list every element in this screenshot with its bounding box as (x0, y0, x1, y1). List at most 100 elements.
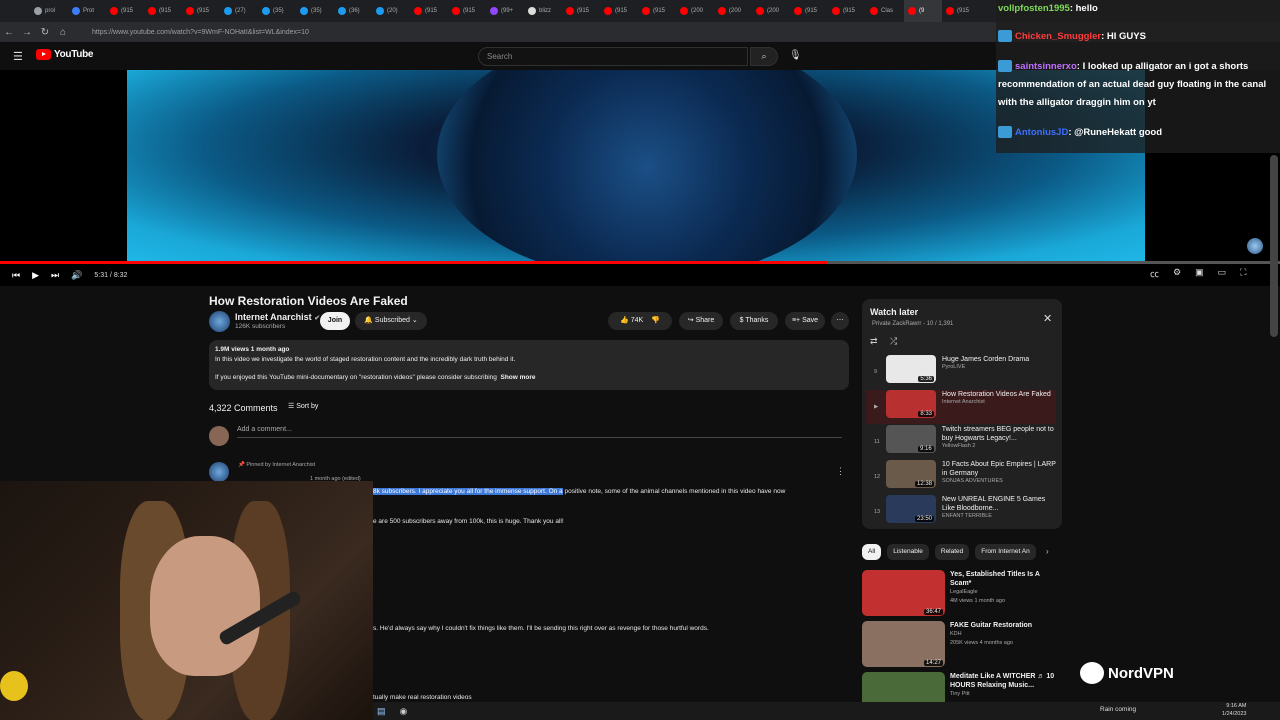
browser-tab[interactable]: (915 (448, 0, 486, 22)
show-more-button[interactable]: Show more (501, 374, 536, 381)
chat-username[interactable]: Chicken_Smuggler (1015, 31, 1101, 42)
home-icon[interactable]: ⌂ (54, 27, 72, 38)
clock-time: 9:16 AM (1226, 703, 1247, 709)
browser-tab[interactable]: (27) (220, 0, 258, 22)
recommendation-item[interactable]: 36:47 Yes, Established Titles Is A Scam* L… (862, 570, 1062, 616)
browser-tab[interactable]: (200 (752, 0, 790, 22)
fullscreen-icon[interactable]: ⛶ (1240, 267, 1246, 280)
browser-tab[interactable]: (20) (372, 0, 410, 22)
filter-chip[interactable]: From Internet An (975, 544, 1036, 560)
playlist-thumbnail[interactable]: 8:33 (886, 390, 936, 418)
comment-author-avatar[interactable] (209, 462, 229, 482)
loop-icon[interactable]: ⇄ (870, 336, 878, 347)
thumbs-up-icon[interactable]: 👍 (620, 317, 629, 324)
filter-chip[interactable]: All (862, 544, 882, 560)
join-button[interactable]: Join (320, 312, 350, 330)
browser-tab[interactable]: Clas (866, 0, 904, 22)
channel-name[interactable]: Internet Anarchist ✔ (235, 312, 320, 322)
reload-icon[interactable]: ↻ (36, 27, 54, 38)
channel-avatar[interactable] (209, 311, 230, 332)
playlist-thumbnail[interactable]: 23:50 (886, 495, 936, 523)
browser-tab[interactable]: (915 (600, 0, 638, 22)
watch-later-item[interactable]: 12 12:38 10 Facts About Epic Empires | LAR… (866, 460, 1056, 494)
subscribed-button[interactable]: 🔔 Subscribed ⌄ (355, 312, 427, 330)
theater-icon[interactable]: ▭ (1218, 267, 1227, 280)
recommendation-thumbnail[interactable]: 14:27 (862, 621, 945, 667)
browser-tab[interactable]: (915 (638, 0, 676, 22)
like-dislike-button[interactable]: 👍 74K 👎 (608, 312, 672, 330)
search-input[interactable]: Search (478, 47, 748, 66)
share-button[interactable]: ↪ Share (679, 312, 723, 330)
page-scrollbar[interactable] (1270, 155, 1278, 337)
system-clock[interactable]: 9:16 AM 1/24/2023 (1222, 702, 1246, 718)
browser-tab[interactable]: (915 (144, 0, 182, 22)
description-box[interactable]: 1.9M views 1 month ago In this video we … (209, 340, 849, 390)
taskbar-obs-icon[interactable]: ◉ (400, 706, 408, 717)
search-icon[interactable]: ⌕ (750, 47, 778, 66)
browser-tab[interactable]: Prot (68, 0, 106, 22)
browser-tab[interactable]: (915 (562, 0, 600, 22)
miniplayer-icon[interactable]: ▣ (1195, 267, 1204, 280)
settings-gear-icon[interactable]: ⚙ (1173, 267, 1181, 280)
browser-tab[interactable]: (915 (182, 0, 220, 22)
menu-icon[interactable]: ☰ (13, 50, 23, 63)
watch-later-item[interactable]: ▶ 8:33 How Restoration Videos Are Faked Int… (866, 390, 1056, 424)
filter-chip[interactable]: Related (934, 544, 970, 560)
playlist-thumbnail[interactable]: 5:36 (886, 355, 936, 383)
browser-tab[interactable]: (915 (942, 0, 980, 22)
youtube-logo[interactable]: YouTube (36, 49, 94, 60)
thanks-button[interactable]: $ Thanks (730, 312, 778, 330)
video-frame[interactable] (127, 70, 1145, 262)
chat-username[interactable]: AntoniusJD (1015, 127, 1068, 138)
tab-label: (915 (653, 8, 666, 14)
previous-icon[interactable]: ⏮ (12, 270, 20, 281)
weather-widget[interactable]: Rain coming (1100, 706, 1136, 713)
browser-tab[interactable]: (9 (904, 0, 942, 22)
close-icon[interactable]: ✕ (1043, 312, 1052, 325)
browser-tab[interactable]: prol (30, 0, 68, 22)
thumbs-down-icon[interactable]: 👎 (651, 317, 660, 324)
forward-icon[interactable]: → (18, 27, 36, 38)
browser-tab[interactable]: (915 (410, 0, 448, 22)
watch-later-item[interactable]: 13 23:50 New UNREAL ENGINE 5 Games Like Bl… (866, 495, 1056, 529)
channel-watermark-icon[interactable] (1247, 238, 1263, 254)
add-comment-input[interactable]: Add a comment... (237, 426, 842, 438)
sort-by-button[interactable]: ☰ Sort by (288, 402, 318, 410)
browser-tab[interactable]: (36) (334, 0, 372, 22)
browser-tab[interactable]: (915 (790, 0, 828, 22)
back-icon[interactable]: ← (0, 27, 18, 38)
channel-name-text[interactable]: Internet Anarchist (235, 312, 312, 322)
microphone-icon[interactable]: 🎙 (789, 50, 802, 61)
watch-later-item[interactable]: 11 9:16 Twitch streamers BEG people not to… (866, 425, 1056, 459)
tab-favicon-icon (680, 7, 688, 15)
watch-later-item[interactable]: 9 5:36 Huge James Corden Drama PyroLIVE (866, 355, 1056, 389)
url-field[interactable]: https://www.youtube.com/watch?v=9WmF-NOH… (92, 29, 309, 36)
recommendation-item[interactable]: 14:27 FAKE Guitar Restoration KDH 205K view… (862, 621, 1062, 667)
more-actions-button[interactable]: ⋯ (831, 312, 849, 330)
playlist-thumbnail[interactable]: 12:38 (886, 460, 936, 488)
play-icon[interactable]: ▶ (32, 270, 39, 281)
comment-menu-icon[interactable]: ⋮ (836, 466, 845, 477)
chevron-right-icon[interactable]: › (1046, 547, 1049, 556)
shuffle-icon[interactable]: ⤮ (890, 336, 897, 347)
save-button[interactable]: ≡+ Save (785, 312, 825, 330)
taskbar-app-icon[interactable]: ▤ (377, 706, 386, 717)
chat-username[interactable]: saintsinnerxo (1015, 61, 1077, 72)
browser-tab[interactable]: (200 (714, 0, 752, 22)
browser-tab[interactable]: (35) (296, 0, 334, 22)
captions-icon[interactable]: ㏄ (1150, 267, 1159, 280)
next-icon[interactable]: ⏭ (51, 270, 59, 281)
browser-tab[interactable]: blizz (524, 0, 562, 22)
browser-tab[interactable]: (915 (106, 0, 144, 22)
browser-tab[interactable]: (200 (676, 0, 714, 22)
recommendation-thumbnail[interactable]: 36:47 (862, 570, 945, 616)
volume-icon[interactable]: 🔊 (71, 270, 82, 281)
watch-later-title[interactable]: Watch later (870, 307, 918, 317)
browser-tab[interactable]: (915 (828, 0, 866, 22)
browser-tab[interactable]: (99+ (486, 0, 524, 22)
browser-tab[interactable]: (35) (258, 0, 296, 22)
chat-username[interactable]: vollpfosten1995 (998, 3, 1070, 14)
chevron-down-icon: ⌄ (411, 317, 418, 324)
filter-chip[interactable]: Listenable (887, 544, 929, 560)
playlist-thumbnail[interactable]: 9:16 (885, 425, 936, 453)
